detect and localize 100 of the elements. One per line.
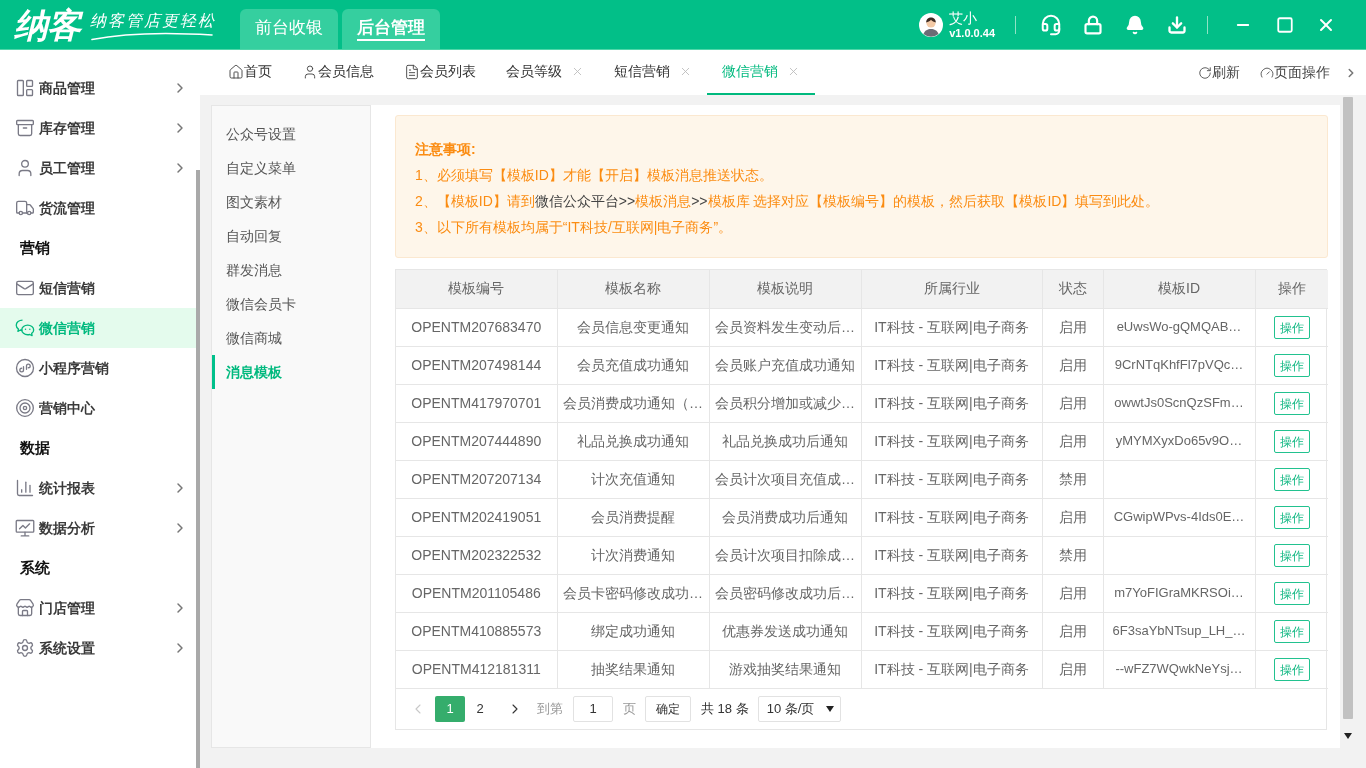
page-size-select[interactable]: 10 条/页 (757, 695, 841, 722)
table-cell: 会员资料发生变动后… (709, 308, 861, 346)
table-cell: 会员消费成功通知（… (557, 384, 709, 422)
swoosh-icon (90, 30, 214, 41)
page-tab[interactable]: 首页 (213, 50, 287, 95)
avatar-icon[interactable] (919, 12, 944, 37)
close-tab-icon[interactable] (679, 65, 692, 78)
link-circle-icon (15, 358, 35, 378)
table-cell: OPENTM412181311 (396, 650, 557, 688)
table-cell: IT科技 - 互联网|电子商务 (861, 536, 1042, 574)
table-cell: IT科技 - 互联网|电子商务 (861, 346, 1042, 384)
refresh-icon (1198, 65, 1212, 80)
page-input[interactable]: 1 (573, 695, 613, 722)
page-tab[interactable]: 会员信息 (287, 50, 389, 95)
sidebar-scrollbar[interactable] (196, 170, 200, 768)
sidebar-item[interactable]: 短信营销 (0, 268, 196, 308)
table-cell: OPENTM417970701 (396, 384, 557, 422)
submenu-item[interactable]: 自动回复 (212, 219, 370, 253)
user-icon (302, 63, 318, 80)
submenu-item[interactable]: 公众号设置 (212, 117, 370, 151)
table-cell: OPENTM207207134 (396, 460, 557, 498)
close-tab-icon[interactable] (571, 65, 584, 78)
table-cell: owwtJs0ScnQzSFm… (1103, 384, 1255, 422)
submenu-item[interactable]: 自定义菜单 (212, 151, 370, 185)
chat-bubbles-icon (15, 318, 35, 338)
submenu-item[interactable]: 群发消息 (212, 253, 370, 287)
table-cell: 计次充值通知 (557, 460, 709, 498)
close-tab-icon[interactable] (787, 65, 800, 78)
page-tab[interactable]: 会员列表 (389, 50, 491, 95)
sidebar-item[interactable]: 库存管理 (0, 108, 196, 148)
headset-icon[interactable] (1040, 13, 1062, 36)
monitor-chart-icon (15, 518, 35, 538)
target-icon (15, 398, 35, 418)
notice-line: 2、【模板ID】请到微信公众平台>>模板消息>>模板库 选择对应【模板编号】的模板，然后获取【模板ID】填写到此处。 (415, 192, 1160, 211)
column-header: 模板ID (1103, 270, 1255, 308)
bell-icon[interactable] (1125, 14, 1145, 35)
sidebar-item[interactable]: 门店管理 (0, 588, 196, 628)
goto-label: 到第 (537, 699, 563, 718)
content-scrollbar[interactable] (1343, 97, 1353, 719)
table-cell: 抽奖结果通知 (557, 650, 709, 688)
table-cell: CGwipWPvs-4Ids0E… (1103, 498, 1255, 536)
page-tab[interactable]: 会员等级 (491, 50, 599, 95)
total-count: 共 18 条 (701, 699, 749, 718)
section-title: 数据 (20, 437, 50, 458)
sidebar-item[interactable]: 货流管理 (0, 188, 196, 228)
section-title: 系统 (20, 557, 50, 578)
column-header: 模板名称 (557, 270, 709, 308)
sidebar-item[interactable]: 系统设置 (0, 628, 196, 668)
maximize-icon[interactable] (1276, 15, 1294, 34)
table-cell: 启用 (1042, 498, 1103, 536)
table-cell: 绑定成功通知 (557, 612, 709, 650)
table-cell: OPENTM201105486 (396, 574, 557, 612)
page-tab[interactable]: 短信营销 (599, 50, 707, 95)
table-cell: 9CrNTqKhfFl7pVQc… (1103, 346, 1255, 384)
page-unit-label: 页 (623, 699, 636, 718)
bar-chart-icon (15, 478, 35, 498)
submenu-item[interactable]: 图文素材 (212, 185, 370, 219)
table-cell: IT科技 - 互联网|电子商务 (861, 574, 1042, 612)
table-cell: IT科技 - 互联网|电子商务 (861, 612, 1042, 650)
table-cell: 计次消费通知 (557, 536, 709, 574)
page-button[interactable]: 2 (465, 695, 495, 722)
page-actions-button[interactable]: 页面操作 (1260, 62, 1330, 83)
table-cell: IT科技 - 互联网|电子商务 (861, 498, 1042, 536)
table-cell: 礼品兑换成功通知 (557, 422, 709, 460)
table-cell: 会员计次项目充值成… (709, 460, 861, 498)
table-cell: OPENTM202419051 (396, 498, 557, 536)
submenu-item[interactable]: 微信会员卡 (212, 287, 370, 321)
table-cell: IT科技 - 互联网|电子商务 (861, 460, 1042, 498)
sidebar-item[interactable]: 小程序营销 (0, 348, 196, 388)
table-cell: 礼品兑换成功后通知 (709, 422, 861, 460)
refresh-button[interactable]: 刷新 (1198, 62, 1240, 83)
lock-icon[interactable] (1083, 14, 1103, 35)
table-cell: 会员消费成功后通知 (709, 498, 861, 536)
download-icon[interactable] (1167, 14, 1187, 35)
sidebar-item[interactable]: 营销中心 (0, 388, 196, 428)
column-header: 状态 (1042, 270, 1103, 308)
notice-title: 注意事项: (415, 140, 476, 159)
section-title: 营销 (20, 237, 50, 258)
table-cell: OPENTM207498144 (396, 346, 557, 384)
user-name: 艾小 (949, 9, 979, 26)
table-cell: --wFZ7WQwkNeYsj… (1103, 650, 1255, 688)
table-cell: yMYMXyxDo65v9O… (1103, 422, 1255, 460)
submenu-item[interactable]: 微信商城 (212, 321, 370, 355)
table-cell: IT科技 - 互联网|电子商务 (861, 422, 1042, 460)
sidebar-item[interactable]: 统计报表 (0, 468, 196, 508)
table-cell: m7YoFIGraMKRSOi… (1103, 574, 1255, 612)
table-cell: 启用 (1042, 308, 1103, 346)
table-cell: 启用 (1042, 574, 1103, 612)
slogan: 纳客管店更轻松 (90, 10, 216, 31)
caret-down-icon (825, 705, 834, 712)
table-cell: OPENTM410885573 (396, 612, 557, 650)
table-cell: IT科技 - 互联网|电子商务 (861, 384, 1042, 422)
table-cell: 启用 (1042, 612, 1103, 650)
sidebar-item[interactable]: 数据分析 (0, 508, 196, 548)
sidebar-item[interactable]: 员工管理 (0, 148, 196, 188)
table-cell: 启用 (1042, 422, 1103, 460)
sidebar-item[interactable]: 商品管理 (0, 68, 196, 108)
table-cell: 会员卡密码修改成功… (557, 574, 709, 612)
scroll-down-icon[interactable] (1344, 733, 1352, 739)
confirm-button[interactable]: 确定 (645, 695, 691, 722)
